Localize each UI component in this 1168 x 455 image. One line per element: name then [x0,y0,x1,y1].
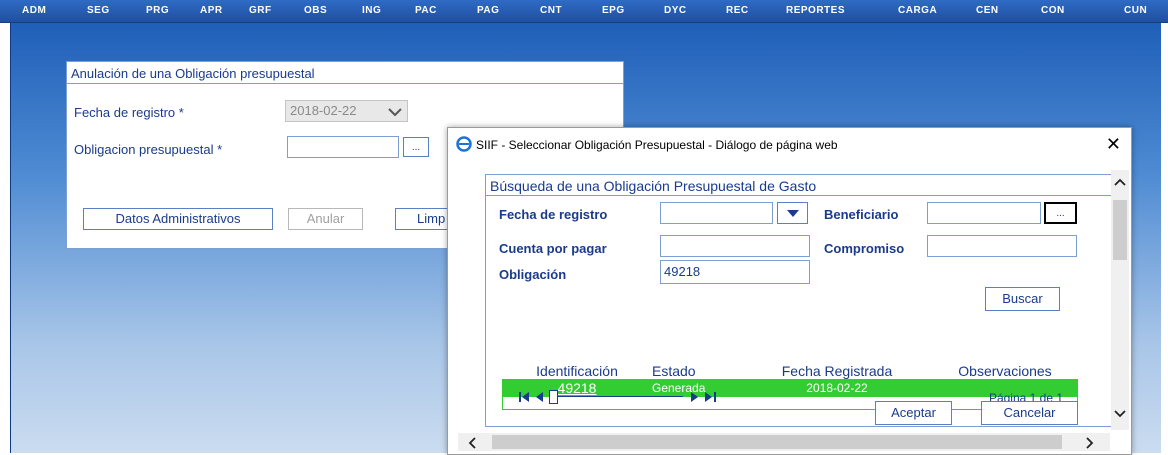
beneficiario-input[interactable] [927,202,1041,224]
busqueda-divider [486,195,1116,196]
vertical-scroll-thumb[interactable] [1113,200,1127,260]
menu-item-ing[interactable]: ING [362,5,381,16]
limpiar-button[interactable]: Limp [395,208,455,230]
buscar-button[interactable]: Buscar [985,287,1060,311]
busqueda-panel: Búsqueda de una Obligación Presupuestal … [485,174,1117,427]
chevron-down-icon [388,108,402,117]
prev-page-icon[interactable] [536,392,544,402]
scroll-right-icon[interactable] [1086,437,1094,449]
horizontal-scrollbar[interactable] [458,433,1110,451]
beneficiario-label: Beneficiario [824,207,899,222]
compromiso-label: Compromiso [824,241,905,256]
fecha-registro-value: 2018-02-22 [290,103,357,118]
close-icon[interactable]: ✕ [1106,134,1121,155]
first-page-icon[interactable] [519,392,531,402]
cuenta-label: Cuenta por pagar [499,241,607,256]
pager-slider-handle[interactable] [549,390,558,404]
menu-item-prg[interactable]: PRG [146,5,169,16]
seleccionar-obligacion-dialog: SIIF - Seleccionar Obligación Presupuest… [447,127,1132,455]
next-page-icon[interactable] [691,392,699,402]
menu-item-seg[interactable]: SEG [87,5,110,16]
pager-slider-track[interactable] [557,396,683,397]
dlg-fecha-dropdown[interactable] [777,202,808,224]
menu-item-pag[interactable]: PAG [477,5,499,16]
ie-icon [456,136,472,152]
busqueda-title: Búsqueda de una Obligación Presupuestal … [490,178,817,194]
obligacion-input[interactable] [660,260,810,284]
last-page-icon[interactable] [705,392,717,402]
scroll-left-icon[interactable] [468,437,476,449]
col-observaciones: Observaciones [958,363,1052,379]
menu-item-cnt[interactable]: CNT [540,5,562,16]
dlg-fecha-input[interactable] [660,202,773,224]
menu-item-con[interactable]: CON [1041,5,1065,16]
cancelar-button[interactable]: Cancelar [981,401,1078,425]
obligacion-label: Obligación [499,267,567,282]
menu-item-pac[interactable]: PAC [415,5,437,16]
menu-item-dyc[interactable]: DYC [664,5,687,16]
title-divider [67,83,623,84]
beneficiario-lookup-button[interactable]: ... [1044,202,1077,224]
menu-item-obs[interactable]: OBS [304,5,327,16]
caret-down-icon [786,210,799,217]
obligacion-input[interactable] [287,136,399,158]
aceptar-button[interactable]: Aceptar [875,401,952,425]
fecha-registro-label: Fecha de registro * [74,105,184,120]
top-menu-bar: ADM SEG PRG APR GRF OBS ING PAC PAG CNT … [0,0,1168,23]
cuenta-input[interactable] [660,235,810,257]
obligacion-lookup-button[interactable]: ... [403,137,429,157]
col-estado: Estado [652,363,696,379]
obligacion-label: Obligacion presupuestal * [74,142,223,157]
dlg-fecha-label: Fecha de registro [499,207,608,222]
menu-item-reportes[interactable]: REPORTES [786,5,845,16]
menu-item-grf[interactable]: GRF [249,5,272,16]
menu-item-apr[interactable]: APR [200,5,223,16]
dialog-title: SIIF - Seleccionar Obligación Presupuest… [476,138,838,152]
form-title: Anulación de una Obligación presupuestal [71,66,315,81]
col-identificacion: Identificación [536,363,618,379]
menu-item-carga[interactable]: CARGA [898,5,937,16]
fecha-registro-select[interactable]: 2018-02-22 [285,100,408,122]
menu-item-epg[interactable]: EPG [602,5,625,16]
anular-button[interactable]: Anular [288,208,363,230]
scroll-down-icon[interactable] [1114,410,1126,418]
menu-item-adm[interactable]: ADM [22,5,46,16]
vertical-scrollbar[interactable] [1111,170,1129,430]
horizontal-scroll-thumb[interactable] [492,435,1062,449]
menu-item-cen[interactable]: CEN [976,5,999,16]
menu-item-rec[interactable]: REC [726,5,749,16]
scroll-up-icon[interactable] [1114,178,1126,186]
menu-item-cun[interactable]: CUN [1124,5,1147,16]
col-fecha: Fecha Registrada [781,363,893,379]
datos-administrativos-button[interactable]: Datos Administrativos [83,208,273,230]
compromiso-input[interactable] [927,235,1077,257]
